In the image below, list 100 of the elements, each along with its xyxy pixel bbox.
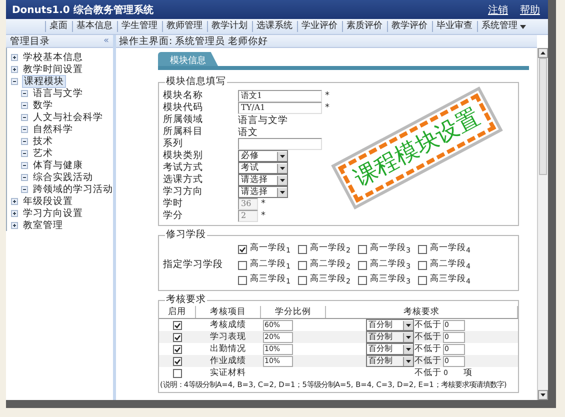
- menu-item[interactable]: 选课系统: [252, 21, 296, 32]
- select-field[interactable]: 百分制: [366, 355, 414, 368]
- select-field[interactable]: 请选择: [238, 186, 288, 198]
- field-label: 指定学习学段: [163, 259, 224, 272]
- sidebar-item[interactable]: 人文与社会科学: [32, 112, 104, 122]
- checkbox-label[interactable]: 高二学段$_{1}$: [250, 258, 291, 272]
- leaf-icon: [21, 102, 28, 108]
- checkbox-label[interactable]: 高一学段$_{3}$: [370, 243, 411, 256]
- caret-icon: [406, 336, 410, 339]
- input-field[interactable]: TY/A1: [238, 102, 322, 114]
- sidebar-item[interactable]: 学习方向设置: [22, 208, 84, 218]
- sidebar-item[interactable]: 课程模块: [22, 74, 66, 88]
- sidebar-item[interactable]: 教学时间设置: [22, 64, 84, 74]
- field-label: 模块名称: [163, 90, 204, 102]
- section-legend: 修习学段: [165, 229, 207, 241]
- input-field[interactable]: [238, 138, 322, 150]
- sidebar-item[interactable]: 艺术: [32, 148, 54, 158]
- caret-icon: [280, 166, 285, 170]
- menu-item[interactable]: 素质评价: [342, 21, 386, 32]
- checkbox[interactable]: [418, 260, 427, 270]
- expand-icon[interactable]: [11, 66, 18, 72]
- checkbox[interactable]: [172, 320, 182, 330]
- select-field[interactable]: 请选择: [238, 174, 288, 186]
- field-label: 学分: [163, 210, 184, 222]
- checkbox[interactable]: [418, 244, 427, 254]
- checkbox[interactable]: [298, 244, 307, 254]
- checkbox-label[interactable]: 高三学段$_{1}$: [250, 274, 291, 288]
- select-field[interactable]: 必修: [238, 150, 288, 162]
- select-field[interactable]: 百分制: [366, 331, 414, 344]
- sidebar-item[interactable]: 学校基本信息: [22, 52, 84, 62]
- sidebar-item[interactable]: 年级段设置: [22, 196, 74, 206]
- caret-icon: [280, 178, 285, 182]
- sidebar-item[interactable]: 语言与文学: [32, 88, 84, 98]
- checkbox[interactable]: [172, 368, 182, 378]
- leaf-icon: [21, 162, 28, 168]
- sidebar-item[interactable]: 数学: [32, 100, 54, 110]
- checkbox-label[interactable]: 高一学段$_{2}$: [310, 243, 351, 256]
- breadcrumb: 操作主界面: 系统管理员 老师你好: [116, 35, 537, 48]
- checkbox-label[interactable]: 高一学段$_{4}$: [430, 243, 471, 256]
- expand-icon[interactable]: [11, 210, 18, 216]
- checkbox-label[interactable]: 高二学段$_{3}$: [370, 258, 411, 272]
- input-field[interactable]: 语文1: [238, 90, 322, 102]
- leaf-icon: [21, 90, 28, 96]
- sidebar-item[interactable]: 体育与健康: [32, 160, 84, 170]
- collapse-icon[interactable]: [11, 78, 18, 84]
- menu-item[interactable]: 教学计划: [206, 21, 252, 32]
- caret-icon: [406, 324, 410, 327]
- expand-icon[interactable]: [11, 222, 18, 228]
- checkbox[interactable]: [358, 276, 367, 286]
- menu-item[interactable]: 学业评价: [296, 21, 342, 32]
- column-header: 启用: [159, 306, 196, 319]
- select-field[interactable]: 百分制: [366, 343, 414, 356]
- checkbox-label[interactable]: 高三学段$_{2}$: [310, 274, 351, 288]
- sidebar-item[interactable]: 跨领域的学习活动: [32, 184, 114, 194]
- menu-item[interactable]: 系统管理: [476, 21, 530, 32]
- select-field[interactable]: 百分制: [366, 319, 414, 332]
- required-mark: *: [261, 211, 266, 221]
- leaf-icon: [21, 126, 28, 132]
- menu-item[interactable]: 基本信息: [72, 21, 116, 32]
- checkbox[interactable]: [298, 260, 307, 270]
- checkbox[interactable]: [172, 344, 182, 354]
- menu-item[interactable]: 毕业审查: [432, 21, 476, 32]
- select-field[interactable]: 考试: [238, 162, 288, 174]
- scroll-up-icon[interactable]: [538, 48, 548, 58]
- expand-icon[interactable]: [11, 198, 18, 204]
- field-label: 所属科目: [163, 126, 204, 138]
- field-label: 考试方式: [163, 162, 204, 174]
- required-mark: *: [325, 103, 330, 113]
- expand-icon[interactable]: [11, 54, 18, 60]
- checkbox[interactable]: [238, 244, 247, 254]
- checkbox[interactable]: [238, 276, 247, 286]
- checkbox-label[interactable]: 高三学段$_{3}$: [370, 274, 411, 288]
- checkbox[interactable]: [172, 356, 182, 366]
- checkbox[interactable]: [298, 276, 307, 286]
- header-link[interactable]: 注销: [488, 2, 508, 16]
- checkbox-label[interactable]: 高一学段$_{1}$: [250, 243, 291, 256]
- menu-item[interactable]: 桌面: [44, 21, 72, 32]
- checkbox-label[interactable]: 高三学段$_{4}$: [430, 274, 471, 288]
- header-link[interactable]: 帮助: [520, 2, 540, 16]
- leaf-icon: [21, 186, 28, 192]
- section-legend: 模块信息填写: [165, 76, 227, 88]
- sidebar-item[interactable]: 自然科学: [32, 124, 74, 134]
- checkbox-label[interactable]: 高二学段$_{2}$: [310, 258, 351, 272]
- sidebar-item[interactable]: 综合实践活动: [32, 172, 94, 182]
- field-label: 所属领域: [163, 114, 204, 126]
- menu-item[interactable]: 教学评价: [386, 21, 432, 32]
- checkbox[interactable]: [358, 260, 367, 270]
- checkbox[interactable]: [238, 260, 247, 270]
- scroll-down-icon[interactable]: [538, 390, 548, 400]
- table-cell: 作业成绩: [210, 356, 246, 366]
- scrollbar-thumb[interactable]: [539, 58, 547, 175]
- sidebar-item[interactable]: 教室管理: [22, 220, 64, 230]
- menu-item[interactable]: 学生管理: [116, 21, 162, 32]
- checkbox[interactable]: [358, 244, 367, 254]
- checkbox[interactable]: [418, 276, 427, 286]
- menu-item[interactable]: 教师管理: [162, 21, 206, 32]
- column-header: 考核要求: [326, 306, 518, 319]
- checkbox-label[interactable]: 高二学段$_{4}$: [430, 258, 471, 272]
- checkbox[interactable]: [172, 332, 182, 342]
- sidebar-item[interactable]: 技术: [32, 136, 54, 146]
